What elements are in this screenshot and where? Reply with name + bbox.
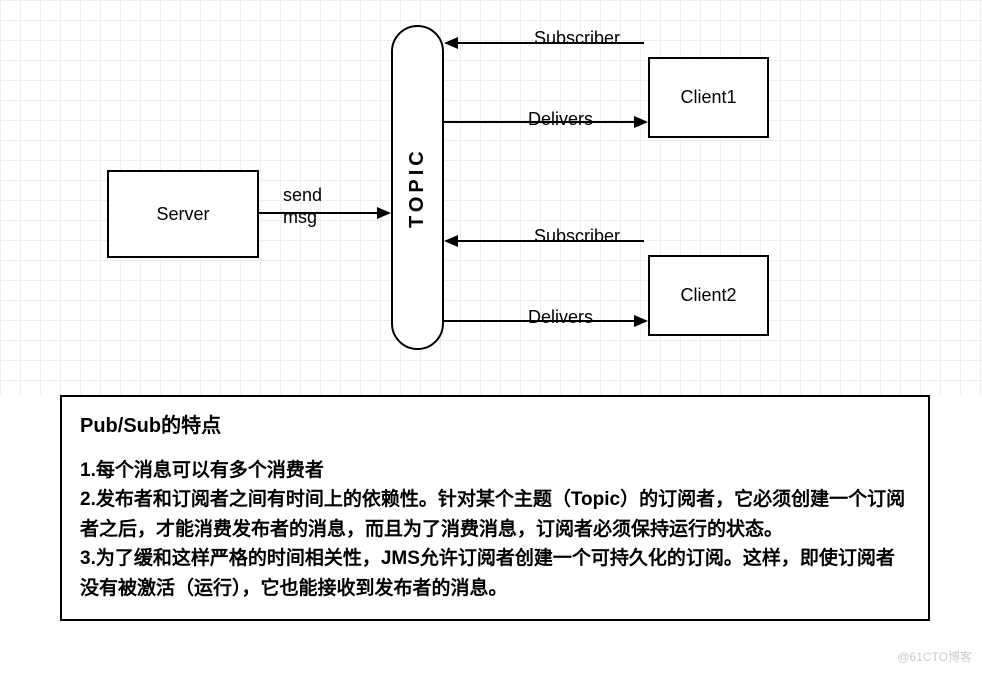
arrowhead-delivers2 [634, 315, 648, 327]
description-item1: 1.每个消息可以有多个消费者 [80, 456, 910, 485]
server-node: Server [107, 170, 259, 258]
topic-node: TOPIC [391, 25, 444, 350]
watermark: @61CTO博客 [897, 648, 972, 665]
description-body: 1.每个消息可以有多个消费者 2.发布者和订阅者之间有时间上的依赖性。针对某个主… [80, 456, 910, 603]
arrowhead-server-topic [377, 207, 391, 219]
arrowhead-delivers1 [634, 116, 648, 128]
description-item2: 2.发布者和订阅者之间有时间上的依赖性。针对某个主题（Topic）的订阅者，它必… [80, 485, 910, 544]
server-label: Server [156, 204, 209, 225]
label-delivers1: Delivers [528, 109, 593, 131]
topic-label: TOPIC [406, 147, 429, 228]
client2-label: Client2 [680, 285, 736, 306]
client2-node: Client2 [648, 255, 769, 336]
arrowhead-subscriber2 [444, 235, 458, 247]
arrowhead-subscriber1 [444, 37, 458, 49]
diagram-canvas: Server TOPIC Client1 Client2 send msg Su… [0, 0, 982, 673]
label-subscriber2: Subscriber [534, 226, 620, 248]
label-subscriber1: Subscriber [534, 28, 620, 50]
description-item3: 3.为了缓和这样严格的时间相关性，JMS允许订阅者创建一个可持久化的订阅。这样，… [80, 544, 910, 603]
description-title: Pub/Sub的特点 [80, 409, 910, 438]
client1-label: Client1 [680, 87, 736, 108]
client1-node: Client1 [648, 57, 769, 138]
label-delivers2: Delivers [528, 307, 593, 329]
label-send-msg: send msg [283, 185, 322, 228]
description-box: Pub/Sub的特点 1.每个消息可以有多个消费者 2.发布者和订阅者之间有时间… [60, 395, 930, 621]
